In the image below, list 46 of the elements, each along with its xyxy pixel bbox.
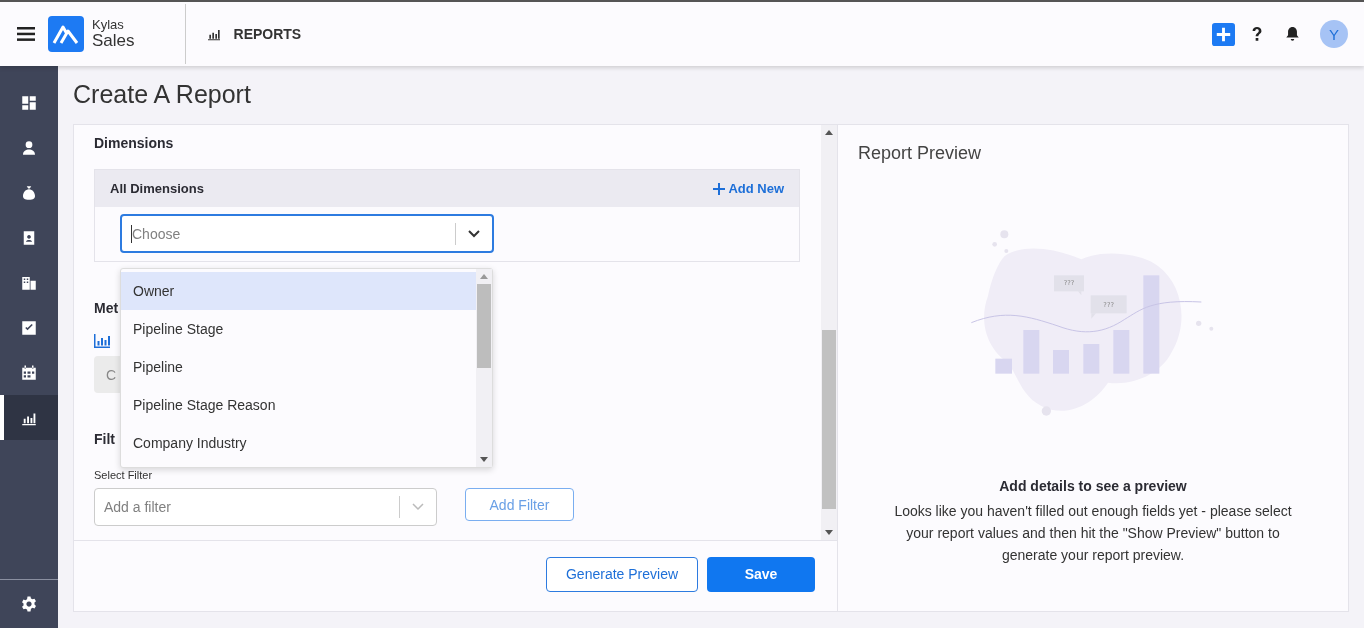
bell-icon[interactable] <box>1285 26 1300 42</box>
section-heading: Filt <box>94 431 115 447</box>
page-title: Create A Report <box>73 79 252 109</box>
money-bag-icon <box>20 183 38 202</box>
brand-name: Kylas <box>92 17 125 32</box>
logo-icon <box>48 16 84 52</box>
section-heading: Met <box>94 300 119 316</box>
field-label: Select Filter <box>94 469 154 481</box>
checkbox-icon <box>20 318 38 337</box>
settings-icon <box>20 595 38 613</box>
scrollbar[interactable] <box>476 269 492 467</box>
dropdown-option[interactable]: Company Industry <box>121 424 476 462</box>
dimension-input[interactable]: Choose <box>132 225 455 242</box>
product-name: Sales <box>92 31 135 51</box>
save-button[interactable]: Save <box>707 556 815 592</box>
empty-state-heading: Add details to see a preview <box>999 478 1187 494</box>
empty-state-message: Looks like you haven't filled out enough fields yet - please select your report values and then hit the "Show Preview" button to generate your report preview. <box>893 502 1293 565</box>
dropdown-option[interactable]: Pipeline Stage <box>121 310 476 348</box>
menu-icon[interactable] <box>17 27 35 41</box>
plus-icon[interactable] <box>1212 22 1235 46</box>
plus-icon <box>713 182 726 195</box>
select-text: C <box>106 366 117 383</box>
person-icon <box>20 138 38 157</box>
filter-input[interactable]: Add a filter <box>95 499 399 515</box>
generate-preview-button[interactable]: Generate Preview <box>546 556 698 592</box>
panel-title: All Dimensions <box>110 181 204 196</box>
dimension-select[interactable]: Choose <box>120 214 494 253</box>
section-heading: Dimensions <box>94 135 174 151</box>
add-new-link[interactable]: Add New <box>713 181 784 196</box>
help-icon[interactable] <box>1251 26 1263 42</box>
chevron-down-icon <box>468 229 480 238</box>
dropdown-option[interactable]: Pipeline Stage Reason <box>121 386 476 424</box>
filter-select[interactable]: Add a filter <box>94 488 437 526</box>
scroll-up-icon[interactable] <box>825 130 833 135</box>
sidebar-item[interactable] <box>0 395 58 440</box>
section-title: REPORTS <box>233 26 302 42</box>
chevron-down-icon <box>412 503 424 511</box>
panel-title: Report Preview <box>858 143 982 164</box>
scroll-down-icon[interactable] <box>480 457 488 462</box>
dashboard-icon <box>20 93 38 112</box>
dropdown-option[interactable]: Owner <box>121 272 476 310</box>
scroll-down-icon[interactable] <box>825 530 833 535</box>
bar-chart-icon <box>94 334 110 348</box>
calendar-icon <box>20 363 38 382</box>
dropdown-option[interactable]: Pipeline <box>121 348 476 386</box>
scrollbar[interactable] <box>821 125 837 540</box>
